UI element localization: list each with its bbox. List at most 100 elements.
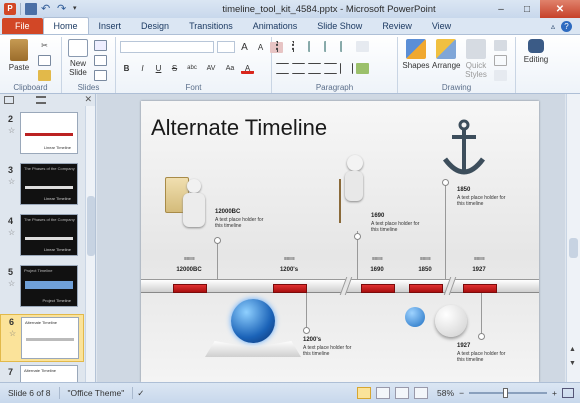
paste-button[interactable]: Paste: [4, 39, 34, 72]
strikethrough-button[interactable]: S: [168, 63, 181, 74]
maximize-button[interactable]: □: [514, 0, 540, 18]
slide-show-button[interactable]: [414, 387, 429, 399]
redo-icon[interactable]: ↷: [57, 3, 69, 15]
change-case-button[interactable]: Aa: [222, 63, 238, 74]
outline-tab-icon[interactable]: [36, 96, 46, 104]
slide-thumbnail-6[interactable]: 6 ☆ Alternate Timeline: [0, 314, 84, 362]
tab-insert[interactable]: Insert: [89, 18, 132, 34]
timeline-year-label[interactable]: 1200's: [269, 267, 309, 273]
timeline-year-label[interactable]: 1927: [459, 267, 499, 273]
align-center-icon[interactable]: [292, 63, 305, 74]
slide-title[interactable]: Alternate Timeline: [151, 115, 327, 141]
slide-sorter-button[interactable]: [376, 387, 391, 399]
scrollbar-thumb[interactable]: [569, 238, 578, 258]
event-description[interactable]: A text place holder for this timeline: [457, 351, 512, 363]
line-spacing-icon[interactable]: [340, 41, 353, 52]
shrink-font-icon[interactable]: A: [254, 42, 267, 53]
anchor-image[interactable]: [441, 119, 487, 183]
event-description[interactable]: A text place holder for this timeline: [303, 345, 358, 357]
timeline-year-label[interactable]: 1850: [405, 267, 445, 273]
zoom-slider[interactable]: [469, 388, 548, 398]
event-description[interactable]: A text place holder for this timeline: [215, 217, 270, 229]
numbering-icon[interactable]: [292, 41, 305, 52]
slides-panel-scrollbar[interactable]: [85, 106, 95, 382]
zoom-level[interactable]: 58%: [437, 388, 454, 398]
font-size-dropdown[interactable]: [217, 41, 235, 53]
minimize-button[interactable]: –: [488, 0, 514, 18]
editing-button[interactable]: Editing: [518, 39, 554, 64]
event-title[interactable]: 12000BC: [215, 209, 240, 215]
scroll-figure-image[interactable]: [163, 173, 213, 237]
close-button[interactable]: ✕: [540, 0, 580, 18]
event-title[interactable]: 1850: [457, 187, 470, 193]
text-direction-icon[interactable]: [356, 41, 369, 52]
zoom-out-button[interactable]: −: [459, 388, 464, 398]
spell-check-icon[interactable]: ✓: [133, 388, 148, 399]
timeline-marker[interactable]: [409, 284, 443, 293]
event-description[interactable]: A text place holder for this timeline: [457, 195, 512, 207]
ribbon-collapse-icon[interactable]: ▵: [551, 22, 555, 31]
tab-home[interactable]: Home: [42, 17, 89, 34]
copy-icon[interactable]: [38, 55, 51, 66]
event-description[interactable]: A text place holder for this timeline: [371, 221, 426, 233]
editor-vertical-scrollbar[interactable]: ▲ ▼: [566, 94, 580, 382]
timeline-marker[interactable]: [361, 284, 395, 293]
justify-icon[interactable]: [324, 63, 337, 74]
scrollbar-thumb[interactable]: [87, 196, 95, 256]
previous-slide-icon[interactable]: ▲: [569, 346, 576, 353]
tab-transitions[interactable]: Transitions: [179, 18, 243, 34]
bold-button[interactable]: B: [120, 63, 133, 74]
cut-icon[interactable]: ✂: [38, 40, 51, 51]
shape-outline-icon[interactable]: [494, 55, 507, 66]
font-color-button[interactable]: A: [241, 63, 254, 74]
align-right-icon[interactable]: [308, 63, 321, 74]
event-title[interactable]: 1690: [371, 213, 384, 219]
tab-animations[interactable]: Animations: [243, 18, 308, 34]
slide-thumbnail-5[interactable]: 5 ☆ Project Timeline Project Timeline: [0, 265, 84, 311]
undo-icon[interactable]: ↶: [41, 3, 53, 15]
shapes-button[interactable]: Shapes: [402, 39, 430, 70]
globe-book-image[interactable]: [205, 299, 301, 361]
new-slide-button[interactable]: New Slide: [64, 39, 92, 77]
align-left-icon[interactable]: [276, 63, 289, 74]
shape-effects-icon[interactable]: [494, 70, 507, 81]
italic-button[interactable]: I: [136, 63, 149, 74]
tab-file[interactable]: File: [2, 18, 43, 34]
increase-indent-icon[interactable]: [324, 41, 337, 52]
underline-button[interactable]: U: [152, 63, 165, 74]
decrease-indent-icon[interactable]: [308, 41, 321, 52]
timeline-year-label[interactable]: 12000BC: [169, 267, 209, 273]
tab-view[interactable]: View: [422, 18, 461, 34]
walking-figure-image[interactable]: [337, 155, 373, 227]
zoom-in-button[interactable]: +: [552, 388, 557, 398]
slide-thumbnail-3[interactable]: 3 ☆ The Phases of the Company Linear Tim…: [0, 163, 84, 209]
text-shadow-button[interactable]: abc: [184, 63, 200, 74]
arrange-button[interactable]: Arrange: [432, 39, 460, 70]
fit-to-window-icon[interactable]: [562, 388, 574, 398]
help-icon[interactable]: ?: [561, 20, 572, 32]
layout-icon[interactable]: [94, 40, 107, 51]
tab-design[interactable]: Design: [131, 18, 179, 34]
timeline-marker[interactable]: [173, 284, 207, 293]
grow-font-icon[interactable]: A: [238, 42, 251, 53]
event-title[interactable]: 1927: [457, 343, 470, 349]
smartart-icon[interactable]: [356, 63, 369, 74]
shape-fill-icon[interactable]: [494, 40, 507, 51]
blue-white-spheres-image[interactable]: [403, 303, 471, 347]
columns-icon[interactable]: [340, 63, 353, 74]
format-painter-icon[interactable]: [38, 70, 51, 81]
bullets-icon[interactable]: [276, 41, 289, 52]
close-panel-icon[interactable]: ✕: [84, 94, 92, 105]
next-slide-icon[interactable]: ▼: [569, 360, 576, 367]
slide-thumbnail-4[interactable]: 4 ☆ The Phases of the Company Linear Tim…: [0, 214, 84, 260]
quick-styles-button[interactable]: Quick Styles: [462, 39, 490, 79]
normal-view-button[interactable]: [357, 387, 372, 399]
section-icon[interactable]: [94, 70, 107, 81]
slide-thumbnail-7[interactable]: 7 Alternate Timeline: [0, 365, 84, 382]
tab-review[interactable]: Review: [372, 18, 422, 34]
customize-toolbar-icon[interactable]: ▾: [73, 3, 85, 15]
font-name-dropdown[interactable]: [120, 41, 214, 53]
slide-thumbnail-2[interactable]: 2 ☆ Linear Timeline: [0, 112, 84, 158]
timeline-marker[interactable]: [463, 284, 497, 293]
zoom-slider-knob[interactable]: [503, 388, 509, 398]
